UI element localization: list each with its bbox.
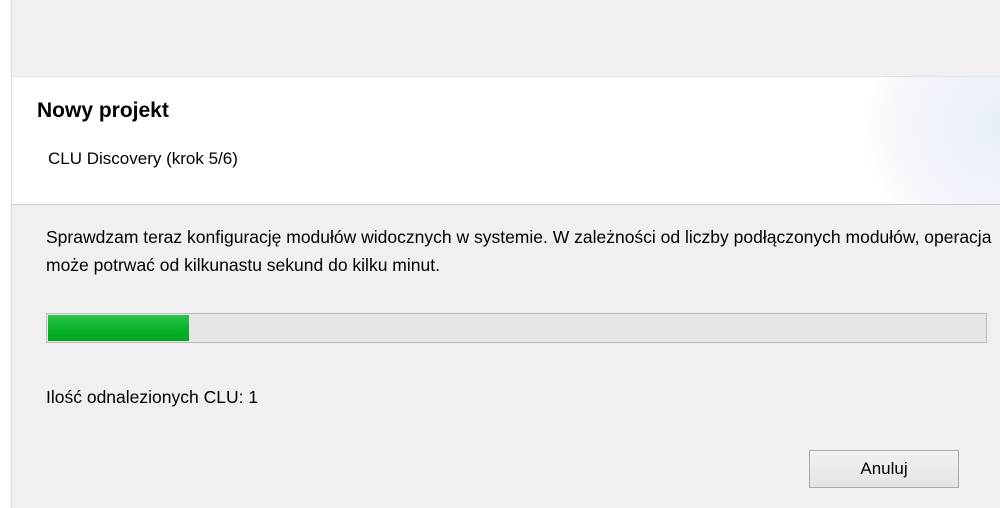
found-clu-count: Ilość odnalezionych CLU: 1 xyxy=(46,387,259,407)
window: Nowy projekt CLU Discovery (krok 5/6) Sp… xyxy=(0,0,1000,508)
header-decoration xyxy=(860,77,1000,204)
cancel-button[interactable]: Anuluj xyxy=(809,450,959,488)
wizard-dialog: Nowy projekt CLU Discovery (krok 5/6) Sp… xyxy=(11,0,1000,508)
title-bar-area xyxy=(12,0,1000,76)
wizard-header: Nowy projekt CLU Discovery (krok 5/6) xyxy=(12,76,1000,205)
progress-bar-fill xyxy=(48,315,189,341)
progress-bar xyxy=(46,313,987,343)
description-text: Sprawdzam teraz konfigurację modułów wid… xyxy=(46,227,992,275)
page-title: Nowy projekt xyxy=(37,99,169,122)
step-subtitle: CLU Discovery (krok 5/6) xyxy=(48,149,238,168)
